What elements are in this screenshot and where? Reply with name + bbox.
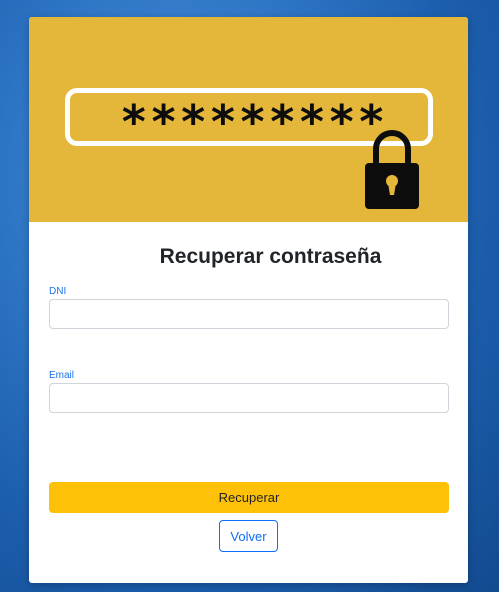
- dni-label: DNI: [49, 286, 67, 297]
- recovery-card: ********* Recuperar contraseña DNI Email…: [29, 17, 468, 583]
- email-label: Email: [49, 370, 75, 381]
- recover-button[interactable]: Recuperar: [49, 482, 449, 513]
- page-title: Recuperar contraseña: [159, 245, 382, 268]
- dni-input[interactable]: [49, 299, 449, 329]
- header-banner: *********: [29, 17, 468, 222]
- email-input[interactable]: [49, 383, 449, 413]
- padlock-icon: [365, 130, 419, 209]
- password-mask-text: *********: [120, 95, 388, 149]
- back-button[interactable]: Volver: [219, 520, 278, 552]
